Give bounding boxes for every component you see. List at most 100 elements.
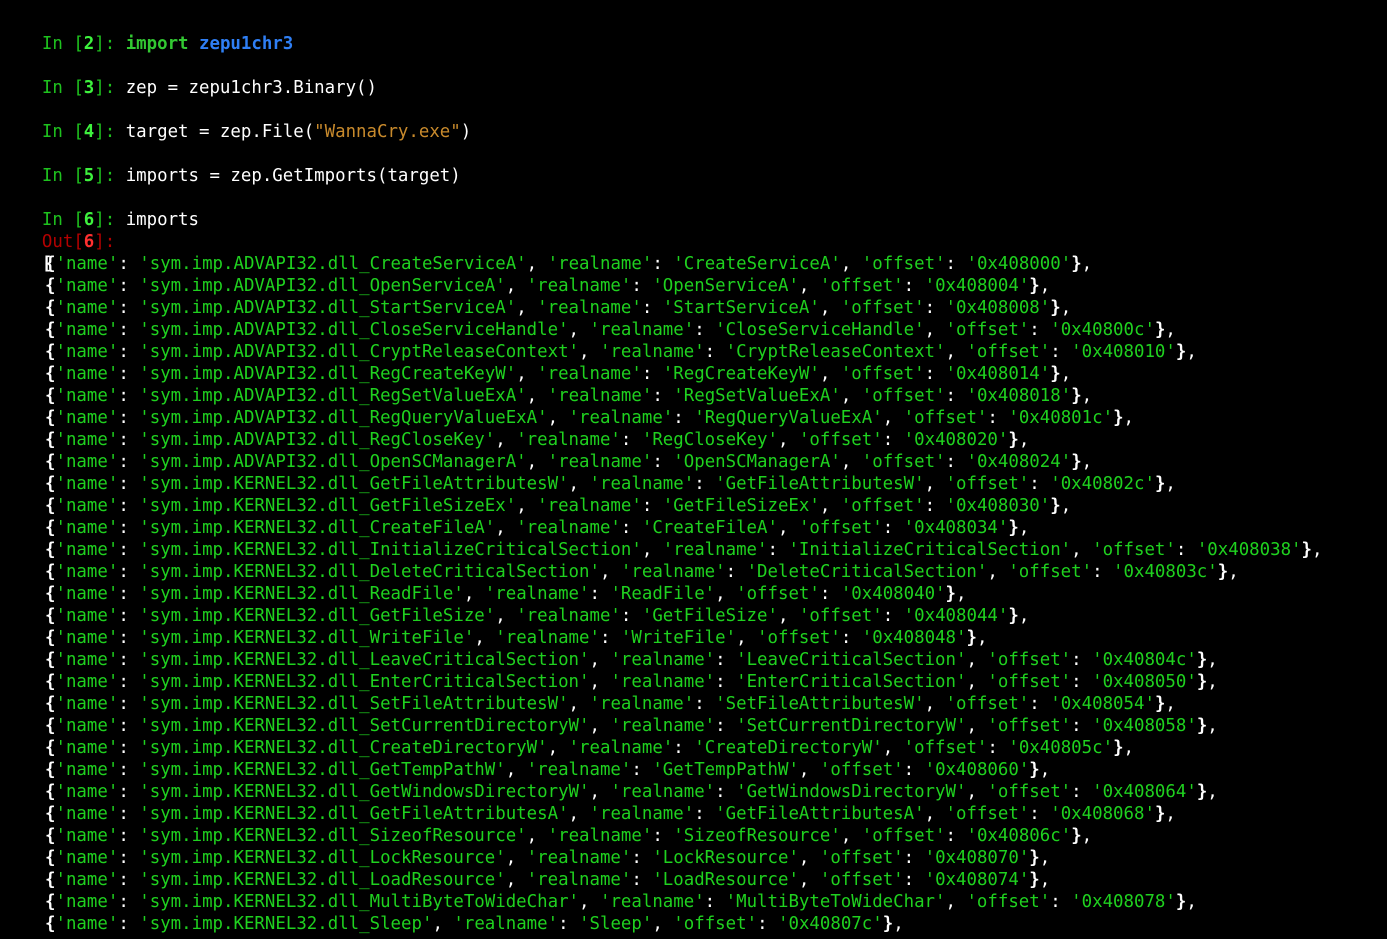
dict-trailing-comma: , [1123, 738, 1135, 758]
dict-separator: , [579, 892, 600, 912]
record-realname: 'EnterCriticalSection' [736, 672, 967, 692]
dict-key: 'offset' [945, 474, 1030, 494]
record-offset: '0x408064' [1092, 782, 1197, 802]
dict-key: 'realname' [526, 276, 632, 296]
dict-key: 'realname' [537, 364, 642, 384]
dict-key: 'offset' [861, 386, 946, 406]
in-prompt-label: In [41, 34, 74, 54]
dict-close-brace: } [1196, 650, 1208, 670]
dict-trailing-comma: , [1081, 452, 1093, 472]
record-name: 'sym.imp.ADVAPI32.dll_RegCloseKey' [139, 430, 496, 450]
dict-separator: , [924, 694, 946, 714]
record-name: 'sym.imp.KERNEL32.dll_Sleep' [139, 914, 433, 934]
dict-colon: : [631, 848, 653, 868]
record-offset: '0x408044' [903, 606, 1009, 626]
dict-colon: : [118, 738, 140, 758]
dict-separator: , [966, 716, 988, 736]
dict-colon: : [118, 562, 140, 582]
dict-key: 'name' [55, 804, 119, 824]
dict-open-brace: { [45, 694, 56, 714]
dict-colon: : [903, 760, 925, 780]
input-cell[interactable]: In [2]: import zepu1chr3 [0, 11, 293, 54]
dict-separator: , [599, 562, 621, 582]
record-realname: 'SizeofResource' [673, 826, 841, 846]
record-offset: '0x408008' [945, 298, 1051, 318]
import-record-row: {'name': 'sym.imp.KERNEL32.dll_GetFileAt… [45, 803, 1176, 825]
dict-colon: : [1071, 716, 1093, 736]
dict-key: 'offset' [945, 320, 1030, 340]
dict-key: 'offset' [987, 672, 1072, 692]
input-cell[interactable]: In [3]: zep = zepu1chr3.Binary() [0, 55, 377, 98]
record-realname: 'GetFileSizeEx' [662, 496, 820, 516]
out-prompt-number: 6 [83, 232, 95, 252]
dict-key: 'realname' [537, 496, 642, 516]
in-prompt-bracket: [ [73, 166, 84, 186]
record-name: 'sym.imp.KERNEL32.dll_CreateDirectoryW' [139, 738, 548, 758]
dict-colon: : [694, 474, 716, 494]
record-realname: 'GetFileSize' [641, 606, 778, 626]
dict-colon: : [945, 826, 967, 846]
dict-key: 'offset' [1092, 540, 1176, 560]
import-keyword: import [125, 34, 189, 54]
dict-colon: : [840, 628, 862, 648]
dict-open-brace: { [45, 848, 56, 868]
dict-trailing-comma: , [1207, 650, 1218, 670]
dict-key: 'realname' [568, 738, 674, 758]
in-prompt-bracket: [ [73, 78, 84, 98]
import-record-row: {'name': 'sym.imp.KERNEL32.dll_Sleep', '… [45, 913, 904, 935]
dict-key: 'name' [55, 430, 119, 450]
dict-key: 'offset' [798, 430, 883, 450]
dict-colon: : [118, 760, 140, 780]
dict-key: 'name' [55, 254, 119, 274]
dict-separator: , [736, 628, 758, 648]
dict-key: 'offset' [861, 254, 946, 274]
terminal-window[interactable]: In [2]: import zepu1chr3 In [3]: zep = z… [0, 0, 1387, 939]
dict-trailing-comma: , [1123, 408, 1135, 428]
dict-key: 'name' [55, 562, 119, 582]
output-prompt: Out[6]: [0, 209, 115, 252]
dict-separator: , [966, 650, 988, 670]
dict-key: 'realname' [526, 848, 632, 868]
dict-key: 'realname' [568, 408, 674, 428]
dict-colon: : [757, 914, 779, 934]
record-realname: 'SetCurrentDirectoryW' [736, 716, 967, 736]
dict-close-brace: } [1029, 848, 1040, 868]
record-realname: 'DeleteCriticalSection' [746, 562, 988, 582]
dict-colon: : [118, 386, 140, 406]
record-realname: 'CreateServiceA' [673, 254, 841, 274]
dict-colon: : [1175, 540, 1197, 560]
dict-open-brace: { [45, 562, 56, 582]
dict-open-brace: { [45, 254, 56, 274]
dict-colon: : [1071, 782, 1093, 802]
dict-separator: , [589, 782, 611, 802]
dict-separator: , [474, 628, 496, 648]
record-offset: '0x408034' [903, 518, 1009, 538]
input-cell[interactable]: In [6]: imports [0, 187, 199, 230]
dict-key: 'realname' [547, 452, 653, 472]
dict-close-brace: } [945, 584, 957, 604]
record-offset: '0x408010' [1071, 342, 1176, 362]
import-record-row: {'name': 'sym.imp.KERNEL32.dll_SetCurren… [45, 715, 1218, 737]
dict-colon: : [694, 694, 716, 714]
dict-key: 'realname' [589, 320, 695, 340]
input-cell[interactable]: In [5]: imports = zep.GetImports(target) [0, 143, 461, 186]
import-record-row: {'name': 'sym.imp.KERNEL32.dll_LockResou… [45, 847, 1050, 869]
dict-key: 'name' [55, 848, 119, 868]
code-text: imports [125, 210, 199, 230]
dict-colon: : [1029, 694, 1051, 714]
dict-colon: : [819, 584, 841, 604]
input-cell[interactable]: In [4]: target = zep.File("WannaCry.exe"… [0, 99, 471, 142]
dict-key: 'name' [55, 474, 119, 494]
dict-trailing-comma: , [976, 628, 988, 648]
record-name: 'sym.imp.KERNEL32.dll_EnterCriticalSecti… [139, 672, 590, 692]
dict-key: 'offset' [840, 496, 925, 516]
record-offset: '0x408030' [945, 496, 1051, 516]
dict-trailing-comma: , [1081, 826, 1093, 846]
import-record-row: {'name': 'sym.imp.ADVAPI32.dll_CloseServ… [45, 319, 1176, 341]
dict-colon: : [118, 474, 140, 494]
dict-separator: , [840, 386, 862, 406]
dict-trailing-comma: , [1207, 672, 1218, 692]
record-realname: 'CryptReleaseContext' [725, 342, 946, 362]
dict-key: 'offset' [987, 782, 1072, 802]
record-name: 'sym.imp.KERNEL32.dll_LoadResource' [139, 870, 506, 890]
